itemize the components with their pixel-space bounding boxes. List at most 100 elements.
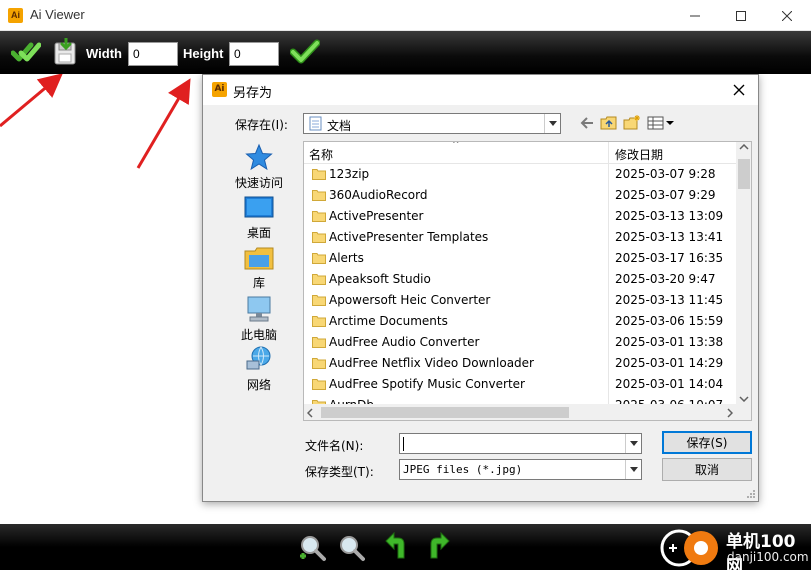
place-this-pc[interactable]: 此电脑 (223, 295, 295, 343)
column-date-header[interactable]: 修改日期 (615, 146, 663, 163)
dialog-title: 另存为 (233, 86, 273, 101)
red-arrow-to-save (0, 74, 63, 128)
file-name: 360AudioRecord (329, 188, 428, 202)
back-arrow-icon[interactable] (579, 115, 595, 131)
check-double-icon[interactable] (11, 40, 41, 64)
file-name: Alerts (329, 251, 364, 265)
maximize-button[interactable] (718, 0, 764, 31)
up-folder-icon[interactable] (600, 115, 618, 131)
cancel-button[interactable]: 取消 (662, 458, 752, 481)
folder-icon (312, 358, 326, 369)
scroll-down-icon[interactable] (739, 396, 749, 402)
save-in-dropdown[interactable]: 文档 (303, 113, 561, 134)
place-label: 库 (252, 276, 265, 290)
places-bar: 快速访问 桌面 库 此电脑 网络 (223, 139, 295, 399)
apply-check-icon[interactable] (290, 39, 320, 65)
file-date: 2025-03-07 9:29 (615, 188, 716, 202)
file-name: AudFree Spotify Music Converter (329, 377, 525, 391)
rotate-right-icon[interactable] (425, 532, 451, 560)
file-row[interactable]: 360AudioRecord 2025-03-07 9:29 (304, 185, 736, 206)
chevron-down-icon (629, 441, 638, 446)
file-name: AudFree Netflix Video Downloader (329, 356, 534, 370)
folder-icon (312, 337, 326, 348)
file-row[interactable]: AudFree Netflix Video Downloader 2025-03-… (304, 353, 736, 374)
folder-icon (312, 211, 326, 222)
place-network[interactable]: 网络 (223, 345, 295, 393)
desktop-icon (244, 196, 274, 218)
save-button[interactable]: 保存(S) (662, 431, 752, 454)
horizontal-scroll-thumb[interactable] (321, 407, 569, 418)
filename-input[interactable] (399, 433, 642, 454)
width-label: Width (86, 46, 122, 61)
horizontal-scrollbar[interactable] (304, 404, 736, 420)
close-icon (782, 10, 792, 21)
minimize-button[interactable] (672, 0, 718, 31)
zoom-out-icon[interactable] (337, 534, 365, 562)
file-row[interactable]: 123zip 2025-03-07 9:28 (304, 164, 736, 185)
file-row[interactable]: Apeaksoft Studio 2025-03-20 9:47 (304, 269, 736, 290)
file-date: 2025-03-13 11:45 (615, 293, 724, 307)
app-logo-icon: Ai (8, 8, 23, 23)
place-label: 网络 (246, 378, 271, 392)
dialog-close-button[interactable] (728, 79, 750, 101)
network-icon (246, 346, 271, 370)
scroll-left-icon[interactable] (307, 408, 313, 418)
rotate-left-icon[interactable] (384, 532, 410, 560)
vertical-scroll-thumb[interactable] (738, 159, 750, 189)
column-name-header[interactable]: 名称 (309, 146, 333, 163)
folder-icon (312, 253, 326, 264)
filetype-dropdown[interactable]: JPEG files (*.jpg) (399, 459, 642, 480)
file-date: 2025-03-13 13:41 (615, 230, 724, 244)
zoom-in-icon[interactable] (298, 534, 326, 562)
view-menu-icon[interactable] (647, 115, 677, 131)
file-row[interactable]: ActivePresenter 2025-03-13 13:09 (304, 206, 736, 227)
file-date: 2025-03-13 13:09 (615, 209, 724, 223)
file-row[interactable]: Arctime Documents 2025-03-06 15:59 (304, 311, 736, 332)
sort-ascending-icon: ^ (452, 141, 460, 150)
save-disk-icon[interactable] (53, 38, 79, 66)
new-folder-icon[interactable] (623, 115, 641, 131)
place-library[interactable]: 库 (223, 245, 295, 291)
file-row[interactable]: AudFree Spotify Music Converter 2025-03-0… (304, 374, 736, 395)
watermark-domain: danji100.com (727, 550, 809, 564)
watermark-logo-icon (660, 529, 718, 567)
chevron-down-icon (548, 121, 557, 126)
file-row[interactable]: ActivePresenter Templates 2025-03-13 13:4… (304, 227, 736, 248)
red-arrow-to-height (136, 78, 191, 169)
folder-icon (312, 274, 326, 285)
scroll-up-icon[interactable] (739, 144, 749, 150)
resize-grip-icon[interactable] (746, 489, 756, 499)
folder-icon (312, 169, 326, 180)
scroll-right-icon[interactable] (727, 408, 733, 418)
file-date: 2025-03-01 13:38 (615, 335, 724, 349)
computer-icon (247, 296, 271, 322)
width-input[interactable] (128, 42, 178, 66)
filetype-label: 保存类型(T): (305, 465, 374, 479)
file-row[interactable]: Apowersoft Heic Converter 2025-03-13 11:4… (304, 290, 736, 311)
file-row[interactable]: AudFree Audio Converter 2025-03-01 13:38 (304, 332, 736, 353)
close-window-button[interactable] (764, 0, 810, 31)
save-as-dialog: Ai 另存为 保存在(I): 文档 快速访问 桌面 库 此电脑 网络 ^ 名称 … (202, 74, 759, 502)
annotation-arrows (0, 74, 191, 169)
filename-dropdown-arrow[interactable] (625, 434, 641, 453)
save-in-dropdown-arrow[interactable] (544, 114, 560, 133)
file-row[interactable]: Alerts 2025-03-17 16:35 (304, 248, 736, 269)
file-date: 2025-03-01 14:29 (615, 356, 724, 370)
library-icon (244, 247, 274, 270)
place-label: 此电脑 (240, 328, 277, 342)
height-input[interactable] (229, 42, 279, 66)
window-title: Ai Viewer (30, 7, 85, 22)
place-quick-access[interactable]: 快速访问 (223, 143, 295, 191)
folder-icon (312, 232, 326, 243)
quick-access-star-icon (245, 143, 273, 171)
height-label: Height (183, 46, 224, 61)
file-list[interactable]: ^ 名称 修改日期 123zip 2025-03-07 9:28 360AudioR… (303, 141, 752, 421)
place-desktop[interactable]: 桌面 (223, 195, 295, 241)
place-label: 快速访问 (234, 176, 283, 190)
vertical-scrollbar[interactable] (736, 142, 751, 404)
file-name: Apeaksoft Studio (329, 272, 431, 286)
file-date: 2025-03-07 9:28 (615, 167, 716, 181)
filetype-dropdown-arrow[interactable] (625, 460, 641, 479)
toolbar: Width Height (0, 31, 811, 74)
close-icon (733, 84, 745, 96)
